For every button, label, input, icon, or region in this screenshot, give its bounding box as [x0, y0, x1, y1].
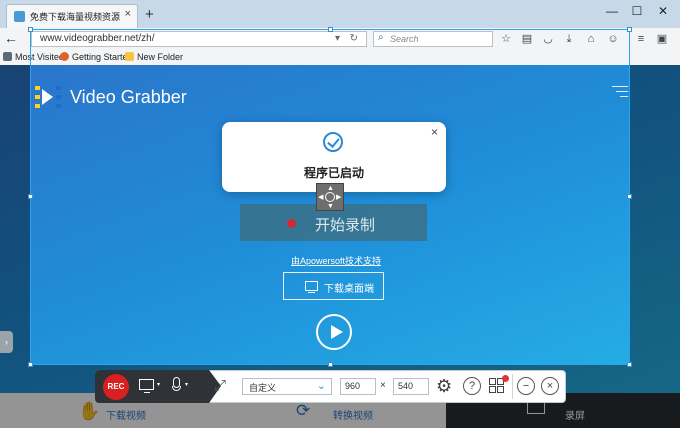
close-toolbar-button[interactable]: × [541, 377, 559, 395]
resize-handle[interactable] [28, 194, 33, 199]
resize-handle[interactable] [627, 27, 632, 32]
dim-overlay-left [0, 65, 30, 365]
times-separator: × [380, 380, 386, 391]
popup-message: 程序已启动 [303, 166, 364, 180]
tab-favicon-icon [14, 11, 25, 22]
move-handle-icon[interactable]: ▲ ▼ ◀ ▶ [316, 183, 344, 211]
width-input[interactable]: 960 [340, 378, 376, 395]
check-circle-icon [323, 132, 343, 152]
bookmark-icon [3, 52, 12, 61]
program-started-popup: × 程序已启动 [222, 122, 446, 192]
chevron-down-icon[interactable]: ▾ [185, 381, 188, 388]
height-input[interactable]: 540 [393, 378, 429, 395]
side-arrow-icon[interactable]: › [0, 331, 13, 353]
hamburger-icon[interactable]: ▣ [655, 32, 669, 46]
size-preset-value: 自定义 [249, 383, 277, 393]
popup-close-icon[interactable]: × [431, 125, 438, 139]
minimize-toolbar-button[interactable]: − [517, 377, 535, 395]
back-button[interactable]: ← [4, 30, 18, 46]
resize-handle[interactable] [328, 27, 333, 32]
menu-icon[interactable]: ≡ [634, 32, 648, 46]
rec-button[interactable]: REC [103, 374, 129, 400]
apps-grid-icon[interactable] [489, 375, 509, 393]
resize-handle[interactable] [328, 362, 333, 367]
dim-overlay-right [630, 65, 680, 365]
size-preset-select[interactable]: 自定义 ⌄ [242, 378, 332, 395]
close-window-button[interactable]: ✕ [653, 2, 673, 20]
toolbar-divider [512, 374, 513, 399]
resize-handle[interactable] [28, 27, 33, 32]
screen-source-icon[interactable] [139, 379, 154, 393]
fullscreen-icon[interactable]: ⤢ [214, 377, 226, 394]
tab-title: 免费下载海量视频资源 [30, 12, 121, 22]
new-tab-button[interactable]: + [145, 6, 154, 23]
chevron-down-icon: ⌄ [316, 380, 326, 392]
help-button[interactable]: ? [463, 377, 481, 395]
settings-gear-icon[interactable]: ⚙ [436, 376, 452, 397]
minimize-button[interactable]: — [602, 2, 622, 20]
resize-handle[interactable] [627, 362, 632, 367]
chevron-down-icon[interactable]: ▾ [157, 381, 160, 388]
browser-tab[interactable]: 免费下载海量视频资源 × [6, 4, 138, 28]
maximize-button[interactable]: ☐ [627, 2, 647, 20]
tab-close-icon[interactable]: × [125, 8, 131, 20]
resize-handle[interactable] [627, 194, 632, 199]
resize-handle[interactable] [28, 362, 33, 367]
